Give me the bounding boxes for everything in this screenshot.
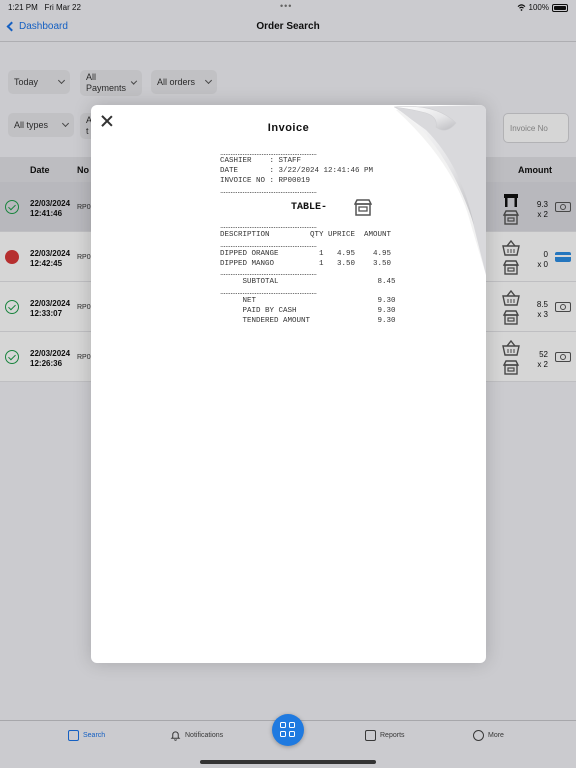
grid-icon bbox=[289, 722, 295, 728]
column-header: DESCRIPTION QTY UPRICE AMOUNT bbox=[220, 231, 392, 239]
line-item: DIPPED ORANGE 1 4.95 4.95 bbox=[220, 250, 392, 258]
cashier-line: CASHIER : STAFF bbox=[220, 157, 302, 165]
close-icon[interactable] bbox=[100, 114, 114, 128]
page-curl-icon bbox=[393, 105, 486, 275]
date-line: DATE : 3/22/2024 12:41:46 PM bbox=[220, 167, 374, 175]
table-label: TABLE- bbox=[291, 202, 328, 213]
subtotal-line: SUBTOTAL 8.45 bbox=[220, 278, 396, 286]
store-icon bbox=[354, 199, 372, 216]
grid-icon bbox=[280, 731, 286, 737]
net-line: NET 9.30 bbox=[220, 297, 396, 305]
invoice-no-line: INVOICE NO : RP00019 bbox=[220, 177, 311, 185]
paid-line: PAID BY CASH 9.30 bbox=[220, 307, 396, 315]
invoice-modal: Invoice ................................… bbox=[91, 105, 486, 663]
grid-icon bbox=[289, 731, 295, 737]
menu-grid-button[interactable] bbox=[272, 714, 304, 746]
divider: ........................................… bbox=[220, 289, 317, 295]
line-item: DIPPED MANGO 1 3.50 3.50 bbox=[220, 260, 392, 268]
home-indicator bbox=[200, 760, 376, 764]
grid-icon bbox=[280, 722, 286, 728]
tendered-line: TENDERED AMOUNT 9.30 bbox=[220, 317, 396, 325]
